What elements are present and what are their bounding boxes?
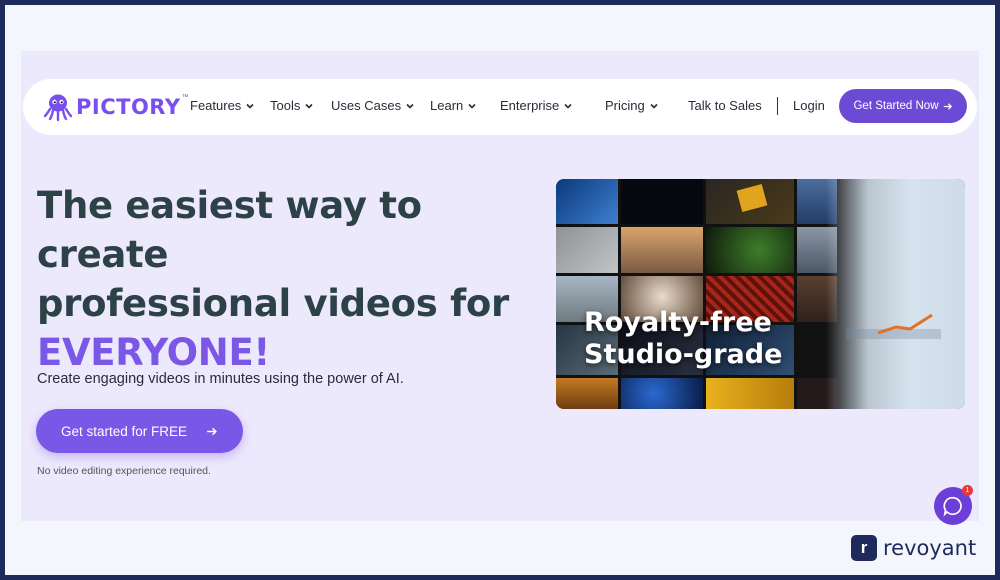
hero-video-collage[interactable]: Royalty-free Studio-grade bbox=[556, 179, 965, 409]
chevron-down-icon bbox=[564, 103, 572, 109]
revoyant-watermark: r revoyant bbox=[851, 535, 976, 561]
get-started-free-button[interactable]: Get started for FREE bbox=[36, 409, 243, 453]
collage-tile bbox=[556, 378, 618, 409]
talk-to-sales-link[interactable]: Talk to Sales bbox=[688, 98, 762, 113]
nav-divider bbox=[777, 97, 778, 115]
headline-accent: EVERYONE! bbox=[37, 331, 270, 374]
nav-features[interactable]: Features bbox=[190, 98, 255, 113]
revoyant-wordmark: revoyant bbox=[883, 536, 977, 560]
login-label: Login bbox=[793, 98, 825, 113]
hero-headline: The easiest way to create professional v… bbox=[37, 181, 557, 377]
chevron-down-icon bbox=[406, 103, 414, 109]
brand-logo[interactable]: PICTORY ™ bbox=[43, 89, 189, 125]
nav-enterprise[interactable]: Enterprise bbox=[500, 98, 573, 113]
media-caption: Royalty-free Studio-grade bbox=[584, 307, 782, 371]
get-started-now-label: Get Started Now bbox=[853, 100, 939, 112]
collage-tile bbox=[621, 227, 703, 273]
collage-tile bbox=[556, 227, 618, 273]
media-caption-line-1: Royalty-free bbox=[584, 307, 772, 338]
nav-learn[interactable]: Learn bbox=[430, 98, 477, 113]
hero-subtext: Create engaging videos in minutes using … bbox=[37, 371, 404, 387]
get-started-free-label: Get started for FREE bbox=[60, 423, 188, 439]
chevron-down-icon bbox=[305, 103, 313, 109]
collage-tile bbox=[706, 378, 794, 409]
nav-tools-label: Tools bbox=[270, 98, 301, 113]
brand-name: PICTORY bbox=[76, 95, 181, 119]
chat-notification-badge: 1 bbox=[962, 485, 973, 496]
talk-to-sales-label: Talk to Sales bbox=[688, 98, 762, 113]
get-started-now-button[interactable]: Get Started Now bbox=[839, 89, 967, 123]
media-caption-line-2: Studio-grade bbox=[584, 339, 783, 370]
collage-tile bbox=[706, 227, 794, 273]
nav-pricing[interactable]: Pricing bbox=[605, 98, 659, 113]
chat-icon bbox=[943, 496, 962, 517]
trademark-mark: ™ bbox=[181, 93, 189, 101]
nav-use-cases-label: Uses Cases bbox=[331, 98, 402, 113]
headline-line-2: professional videos for bbox=[37, 282, 509, 325]
collage-tile bbox=[621, 378, 703, 409]
page-frame: PICTORY ™ Features Tools Uses Cases Lear… bbox=[5, 5, 995, 575]
chevron-down-icon bbox=[246, 103, 254, 109]
nav-enterprise-label: Enterprise bbox=[500, 98, 560, 113]
hero-section: PICTORY ™ Features Tools Uses Cases Lear… bbox=[21, 51, 979, 525]
nav-features-label: Features bbox=[190, 98, 242, 113]
nav-use-cases[interactable]: Uses Cases bbox=[331, 98, 415, 113]
nav-learn-label: Learn bbox=[430, 98, 464, 113]
revoyant-logo-icon: r bbox=[851, 535, 877, 561]
nav-pricing-label: Pricing bbox=[605, 98, 645, 113]
collage-fade-overlay bbox=[826, 179, 965, 409]
arrow-right-icon bbox=[943, 102, 952, 110]
arrow-right-icon bbox=[207, 427, 217, 435]
top-navbar: PICTORY ™ Features Tools Uses Cases Lear… bbox=[23, 79, 977, 135]
hero-note: No video editing experience required. bbox=[37, 465, 211, 477]
growth-chart-icon bbox=[877, 313, 933, 335]
octopus-logo-icon bbox=[43, 94, 73, 122]
collage-tile bbox=[556, 179, 618, 224]
login-link[interactable]: Login bbox=[793, 98, 825, 113]
headline-line-1: The easiest way to create bbox=[37, 184, 422, 276]
chevron-down-icon bbox=[650, 103, 658, 109]
collage-tile bbox=[621, 179, 703, 224]
chat-widget-button[interactable]: 1 bbox=[934, 485, 973, 525]
nav-tools[interactable]: Tools bbox=[270, 98, 314, 113]
chevron-down-icon bbox=[468, 103, 476, 109]
